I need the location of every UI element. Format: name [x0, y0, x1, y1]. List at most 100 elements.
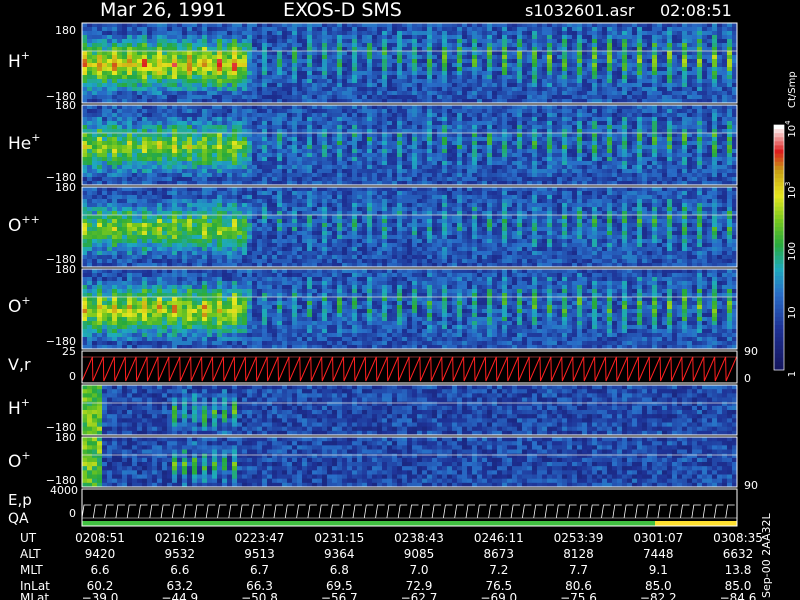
- spectrogram-cell: [347, 141, 353, 146]
- spectrogram-cell: [412, 39, 418, 44]
- spectrogram-cell: [127, 121, 133, 126]
- spectrogram-cell: [102, 39, 108, 44]
- spectrogram-cell: [702, 83, 708, 88]
- spectrogram-cell: [567, 79, 573, 84]
- spectrogram-cell: [507, 35, 513, 40]
- spectrogram-cell: [667, 133, 673, 138]
- spectrogram-cell: [437, 91, 443, 96]
- spectrogram-cell: [622, 27, 628, 32]
- spectrogram-cell: [157, 71, 163, 76]
- spectrogram-cell: [477, 169, 483, 174]
- spectrogram-cell: [172, 59, 178, 64]
- spectrogram-cell: [162, 125, 168, 130]
- spectrogram-cell: [667, 67, 673, 72]
- spectrogram-cells: [82, 23, 738, 104]
- spectrogram-cell: [532, 87, 538, 92]
- spectrogram-cell: [567, 169, 573, 174]
- spectrogram-cell: [602, 71, 608, 76]
- spectrogram-cell: [627, 27, 633, 32]
- spectrogram-cell: [482, 133, 488, 138]
- spectrogram-cell: [267, 87, 273, 92]
- spectrogram-cell: [317, 51, 323, 56]
- spectrogram-cell: [112, 75, 118, 80]
- spectrogram-cell: [237, 79, 243, 84]
- spectrogram-cell: [167, 157, 173, 162]
- spectrogram-cell: [197, 121, 203, 126]
- spectrogram-cell: [362, 71, 368, 76]
- spectrogram-cell: [697, 43, 703, 48]
- spectrogram-cell: [302, 157, 308, 162]
- spectrogram-cell: [402, 157, 408, 162]
- spectrogram-cell: [107, 55, 113, 60]
- spectrogram-cell: [262, 39, 268, 44]
- spectrogram-cell: [292, 27, 298, 32]
- spectrogram-cell: [647, 121, 653, 126]
- spectrogram-cell: [102, 71, 108, 76]
- spectrogram-cell: [397, 173, 403, 178]
- spectrogram-cell: [382, 35, 388, 40]
- spectrogram-cell: [137, 165, 143, 170]
- spectrogram-cell: [572, 137, 578, 142]
- spectrogram-cell: [522, 169, 528, 174]
- spectrogram-cell: [387, 173, 393, 178]
- spectrogram-cell: [312, 59, 318, 64]
- spectrogram-cell: [602, 63, 608, 68]
- spectrogram-cell: [517, 55, 523, 60]
- spectrogram-cell: [367, 125, 373, 130]
- spectrogram-cell: [562, 51, 568, 56]
- spectrogram-cell: [167, 59, 173, 64]
- spectrogram-cell: [512, 95, 518, 100]
- spectrogram-cell: [132, 83, 138, 88]
- spectrogram-cell: [162, 161, 168, 166]
- spectrogram-cell: [472, 55, 478, 60]
- spectrogram-cell: [122, 161, 128, 166]
- spectrogram-cell: [567, 145, 573, 150]
- spectrogram-cell: [262, 51, 268, 56]
- spectrogram-cell: [162, 177, 168, 182]
- spectrogram-cell: [437, 87, 443, 92]
- spectrogram-cell: [717, 43, 723, 48]
- spectrogram-cell: [107, 117, 113, 122]
- spectrogram-cell: [477, 157, 483, 162]
- spectrogram-cell: [162, 173, 168, 178]
- spectrogram-cell: [557, 169, 563, 174]
- spectrogram-cell: [327, 39, 333, 44]
- spectrogram-cell: [112, 95, 118, 100]
- spectrogram-cell: [627, 149, 633, 154]
- spectrogram-cell: [87, 83, 93, 88]
- spectrogram-cell: [642, 169, 648, 174]
- spectrogram-cell: [497, 87, 503, 92]
- spectrogram-cell: [317, 67, 323, 72]
- spectrogram-cell: [127, 173, 133, 178]
- spectrogram-cell: [507, 67, 513, 72]
- spectrogram-cell: [242, 51, 248, 56]
- spectrogram-cell: [132, 121, 138, 126]
- spectrogram-cell: [227, 125, 233, 130]
- spectrogram-cell: [242, 59, 248, 64]
- spectrogram-cell: [252, 169, 258, 174]
- spectrogram-cell: [262, 165, 268, 170]
- spectrogram-cell: [117, 161, 123, 166]
- spectrogram-cell: [432, 51, 438, 56]
- spectrogram-cell: [362, 157, 368, 162]
- spectrogram-cell: [257, 63, 263, 68]
- spectrogram-cell: [532, 145, 538, 150]
- spectrogram-cell: [392, 153, 398, 158]
- spectrogram-cell: [497, 145, 503, 150]
- spectrogram-cell: [112, 31, 118, 36]
- spectrogram-cell: [302, 63, 308, 68]
- spectrogram-cell: [317, 91, 323, 96]
- spectrogram-cell: [367, 177, 373, 182]
- spectrogram-cell: [117, 137, 123, 142]
- spectrogram-cell: [382, 169, 388, 174]
- spectrogram-cell: [282, 23, 288, 28]
- spectrogram-cell: [462, 133, 468, 138]
- spectrogram-cell: [652, 35, 658, 40]
- spectrogram-cell: [532, 133, 538, 138]
- spectrogram-cell: [192, 157, 198, 162]
- spectrogram-cell: [687, 51, 693, 56]
- spectrogram-cell: [607, 169, 613, 174]
- spectrogram-cell: [352, 125, 358, 130]
- spectrogram-cell: [187, 35, 193, 40]
- spectrogram-cell: [567, 121, 573, 126]
